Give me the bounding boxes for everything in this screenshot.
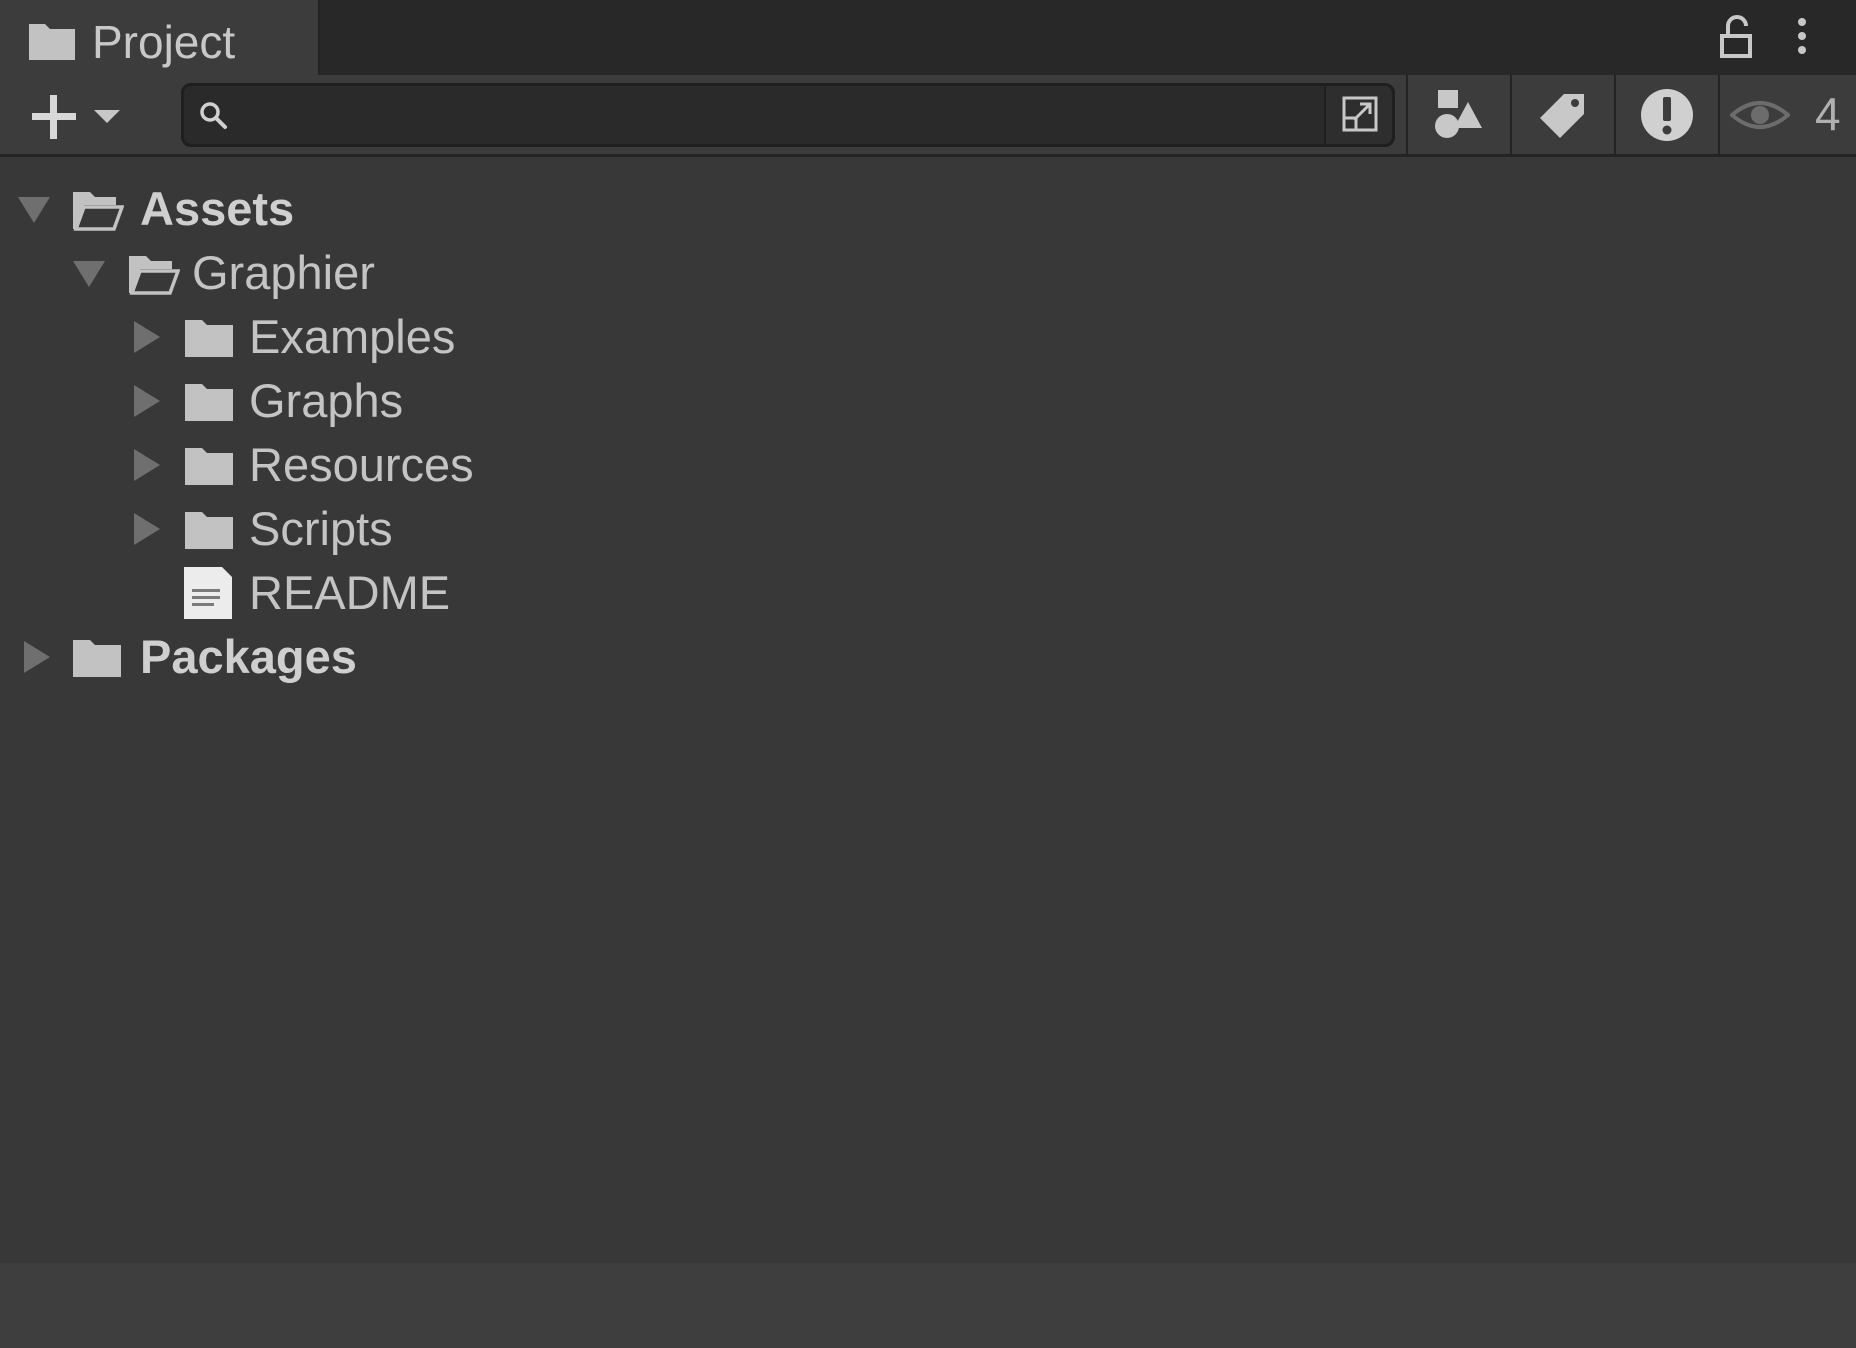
toolbar: 4 xyxy=(0,75,1856,157)
folder-icon xyxy=(185,384,233,421)
hidden-packages-count: 4 xyxy=(1815,88,1841,140)
expand-arrow-down-icon[interactable] xyxy=(16,191,52,227)
expand-arrow-right-icon[interactable] xyxy=(18,639,54,675)
search-by-label-button[interactable] xyxy=(1510,75,1614,154)
folder-icon xyxy=(73,640,121,677)
tree-item-readme[interactable]: README xyxy=(0,561,1856,625)
tree-item-label: Graphs xyxy=(249,374,404,427)
folder-icon xyxy=(185,320,233,357)
tree-item-label: Examples xyxy=(249,310,456,363)
tree-item-scripts[interactable]: Scripts xyxy=(0,497,1856,561)
plus-icon xyxy=(32,95,76,139)
search-input[interactable] xyxy=(242,92,1306,140)
lock-icon[interactable] xyxy=(1716,14,1756,60)
tree-item-examples[interactable]: Examples xyxy=(0,305,1856,369)
tree-item-label: Packages xyxy=(140,630,357,683)
tab-project[interactable]: Project xyxy=(0,0,320,75)
project-tree: Assets Graphier Examples Graphs Resource… xyxy=(0,157,1856,1263)
popout-icon xyxy=(1342,96,1378,132)
tab-bar: Project xyxy=(0,0,1856,75)
search-popout-button[interactable] xyxy=(1324,86,1392,144)
search-field[interactable] xyxy=(181,83,1395,147)
project-window: Project 4 Assets Graphier Examples Graph… xyxy=(0,0,1856,1348)
expand-arrow-down-icon[interactable] xyxy=(71,255,107,291)
folder-icon xyxy=(185,448,233,485)
tree-item-label: README xyxy=(249,566,451,619)
tree-item-resources[interactable]: Resources xyxy=(0,433,1856,497)
tree-item-packages[interactable]: Packages xyxy=(0,625,1856,689)
exclamation-icon xyxy=(1641,88,1693,141)
tree-item-assets[interactable]: Assets xyxy=(0,177,1856,241)
kebab-menu-icon[interactable] xyxy=(1790,14,1814,60)
hidden-packages-toggle[interactable]: 4 xyxy=(1718,75,1856,154)
expand-arrow-right-icon[interactable] xyxy=(128,447,164,483)
shapes-icon xyxy=(1435,89,1482,138)
folder-icon xyxy=(29,24,75,60)
tab-title: Project xyxy=(92,16,236,68)
text-file-icon xyxy=(184,567,232,619)
tree-item-label: Scripts xyxy=(249,502,393,555)
tag-icon xyxy=(1540,93,1584,138)
footer-bar xyxy=(0,1263,1856,1348)
chevron-down-icon xyxy=(94,110,120,123)
eye-icon xyxy=(1730,100,1790,129)
folder-open-icon xyxy=(73,192,124,231)
expand-arrow-right-icon[interactable] xyxy=(128,511,164,547)
create-dropdown-button[interactable] xyxy=(20,85,130,145)
log-filter-button[interactable] xyxy=(1614,75,1718,154)
search-by-type-button[interactable] xyxy=(1406,75,1510,154)
tree-item-label: Resources xyxy=(249,438,474,491)
tree-item-label: Graphier xyxy=(192,246,375,299)
search-icon xyxy=(200,102,227,129)
expand-arrow-right-icon[interactable] xyxy=(128,319,164,355)
folder-icon xyxy=(185,512,233,549)
tree-item-graphs[interactable]: Graphs xyxy=(0,369,1856,433)
tree-item-graphier[interactable]: Graphier xyxy=(0,241,1856,305)
folder-open-icon xyxy=(129,256,180,295)
expand-arrow-right-icon[interactable] xyxy=(128,383,164,419)
tree-item-label: Assets xyxy=(140,182,295,235)
